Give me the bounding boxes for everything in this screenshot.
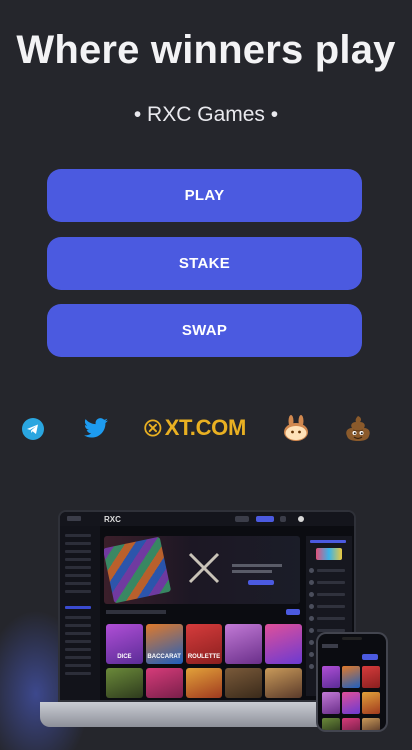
phone-preview-image: [316, 632, 388, 732]
stake-button[interactable]: STAKE: [47, 237, 362, 290]
pancakeswap-icon[interactable]: [282, 414, 310, 442]
game-tile: [225, 624, 263, 664]
laptop-button: [286, 609, 300, 615]
game-tile: DICE: [106, 624, 143, 664]
game-tile: BACCARAT: [145, 624, 183, 664]
topbar-pill: [235, 516, 249, 522]
laptop-topbar: RXC: [60, 512, 354, 526]
menu-icon: [67, 516, 81, 521]
laptop-sidebar: [60, 526, 100, 700]
poop-emoji-icon[interactable]: [343, 413, 373, 443]
laptop-game-tiles: DICE BACCARAT ROULETTE: [106, 624, 302, 664]
topbar-pill: [280, 516, 286, 522]
twitter-icon[interactable]: [83, 418, 109, 440]
page-title: Where winners play: [16, 28, 396, 72]
swap-button[interactable]: SWAP: [47, 304, 362, 357]
xt-com-label: XT.COM: [164, 415, 247, 440]
telegram-icon[interactable]: [22, 418, 44, 440]
game-tile-label: DICE: [117, 654, 132, 660]
game-tile: [265, 624, 302, 664]
topbar-pill: [256, 516, 274, 522]
xt-com-logo[interactable]: XT.COM: [144, 413, 246, 443]
laptop-logo: RXC: [104, 515, 121, 524]
play-button[interactable]: PLAY: [47, 169, 362, 222]
laptop-game-tiles-row-2: [106, 668, 302, 698]
avatar: [298, 516, 304, 522]
laptop-search: [106, 610, 166, 614]
game-tile-label: BACCARAT: [147, 654, 181, 660]
xt-coin-icon: [144, 419, 162, 437]
laptop-banner: [104, 536, 300, 604]
game-tile: ROULETTE: [185, 624, 223, 664]
laptop-preview-image: RXC DICE BACCARAT ROULETTE: [58, 510, 356, 702]
game-tile-label: ROULETTE: [187, 654, 221, 660]
page-subtitle: • RXC Games •: [133, 103, 279, 126]
